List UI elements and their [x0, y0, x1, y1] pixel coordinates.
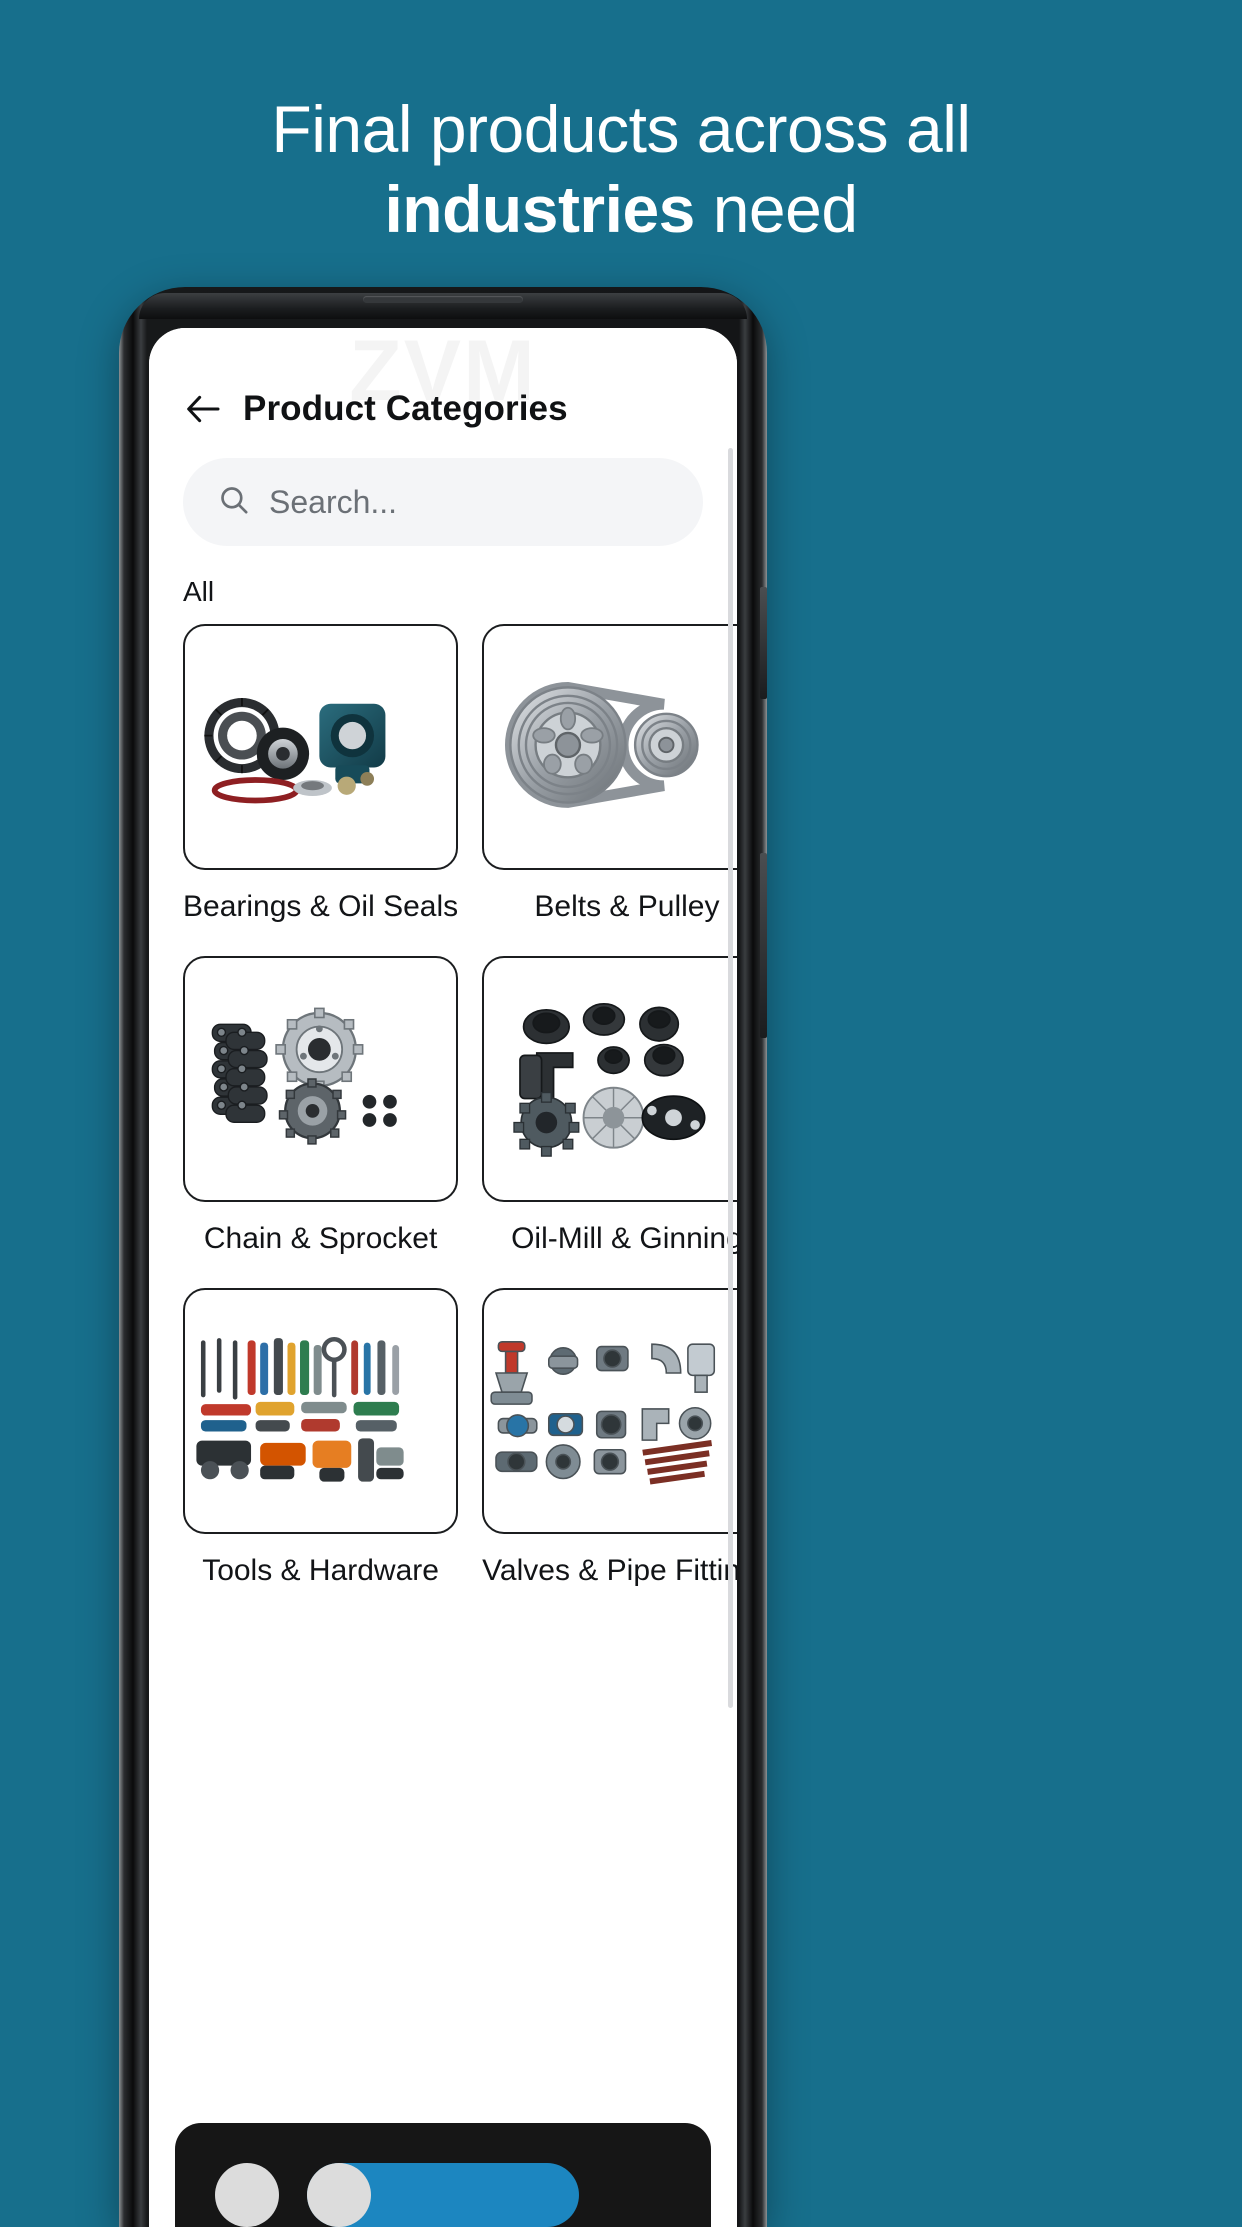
- chain-sprocket-image: [185, 997, 456, 1161]
- bottom-bar-active-pill: [371, 2163, 579, 2227]
- phone-volume-button[interactable]: [760, 587, 767, 699]
- app-viewport: ZVM Product Categories: [149, 328, 737, 2227]
- phone-mockup: ZVM Product Categories: [119, 287, 767, 2227]
- promo-heading-line-2: industries need: [0, 176, 1242, 242]
- category-label: Belts & Pulley: [534, 890, 720, 923]
- category-label: Bearings & Oil Seals: [183, 890, 459, 923]
- category-item-valves-pipe-fittings[interactable]: Valves & Pipe Fittings: [482, 1288, 737, 1614]
- category-label: Chain & Sprocket: [203, 1222, 438, 1255]
- app-bar: Product Categories: [149, 328, 737, 440]
- bearings-oil-seals-image: [185, 665, 456, 829]
- search-icon: [217, 483, 251, 522]
- valves-pipe-fittings-image: [484, 1325, 737, 1498]
- search-bar[interactable]: [183, 458, 703, 546]
- category-card[interactable]: [482, 956, 737, 1202]
- category-item-belts-pulley[interactable]: Belts & Pulley: [482, 624, 737, 950]
- phone-power-button[interactable]: [760, 853, 767, 1038]
- category-item-tools-hardware[interactable]: Tools & Hardware: [183, 1288, 459, 1614]
- phone-screen: ZVM Product Categories: [149, 328, 737, 2227]
- bottom-bar-active-item[interactable]: [307, 2163, 579, 2227]
- category-item-bearings-oil-seals[interactable]: Bearings & Oil Seals: [183, 624, 459, 950]
- category-label: Valves & Pipe Fittings: [482, 1554, 737, 1587]
- promo-heading-emphasis: industries: [384, 172, 695, 246]
- category-label: Tools & Hardware: [202, 1554, 439, 1587]
- page-title: Product Categories: [243, 389, 568, 428]
- belts-pulley-image: [484, 661, 737, 834]
- vertical-scrollbar[interactable]: [728, 448, 733, 1708]
- phone-earpiece-speaker: [363, 296, 523, 303]
- bottom-bar-icon-2: [307, 2163, 371, 2227]
- promo-heading-line-1: Final products across all: [271, 92, 971, 166]
- search-input[interactable]: [269, 483, 669, 521]
- category-card[interactable]: [482, 1288, 737, 1534]
- category-label: Oil-Mill & Ginning: [511, 1222, 737, 1255]
- category-card[interactable]: [482, 624, 737, 870]
- bottom-bar-icon-1[interactable]: [215, 2163, 279, 2227]
- category-item-chain-sprocket[interactable]: Chain & Sprocket: [183, 956, 459, 1282]
- bottom-bar[interactable]: [175, 2123, 711, 2227]
- category-item-oil-mill-ginning[interactable]: Oil-Mill & Ginning: [482, 956, 737, 1282]
- promo-heading-suffix: need: [694, 172, 858, 246]
- tools-hardware-image: [185, 1329, 456, 1493]
- category-grid: Bearings & Oil Seals Belts & Pulley Chai…: [149, 608, 737, 1614]
- category-card[interactable]: [183, 624, 459, 870]
- category-card[interactable]: [183, 956, 459, 1202]
- section-label-all: All: [183, 576, 215, 607]
- oil-mill-ginning-image: [484, 993, 737, 1166]
- promo-heading: Final products across all industries nee…: [0, 96, 1242, 242]
- search-section: [149, 440, 737, 546]
- category-card[interactable]: [183, 1288, 459, 1534]
- back-arrow-icon[interactable]: [183, 389, 223, 429]
